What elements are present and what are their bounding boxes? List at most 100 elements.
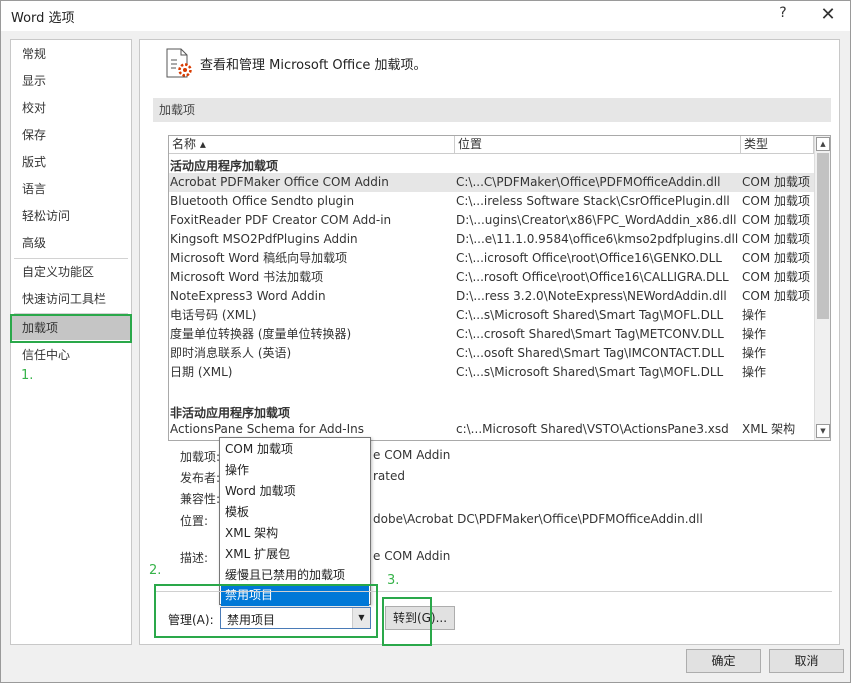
- table-row[interactable]: Acrobat PDFMaker Office COM Addin C:\...…: [169, 173, 814, 192]
- column-header-location[interactable]: 位置: [455, 136, 741, 154]
- detail-publisher-label: 发布者:: [180, 471, 221, 485]
- sidebar-item-advanced[interactable]: 高级: [12, 231, 130, 255]
- cell-location: D:\...ress 3.2.0\NoteExpress\NEWordAddin…: [456, 289, 727, 303]
- sidebar-item-display[interactable]: 显示: [12, 69, 130, 93]
- column-header-name[interactable]: 名称 ▴: [169, 136, 455, 154]
- cell-name: 电话号码 (XML): [170, 308, 257, 322]
- cell-name: 即时消息联系人 (英语): [170, 346, 292, 360]
- cell-name: Microsoft Word 书法加载项: [170, 270, 324, 284]
- step-2-label: 2.: [149, 563, 162, 578]
- cell-name: FoxitReader PDF Creator COM Add-in: [170, 213, 392, 227]
- cell-name: Kingsoft MSO2PdfPlugins Addin: [170, 232, 358, 246]
- cell-location: D:\...ugins\Creator\x86\FPC_WordAddin_x8…: [456, 213, 737, 227]
- cell-type: COM 加载项: [742, 194, 810, 208]
- table-row[interactable]: 度量单位转换器 (度量单位转换器) C:\...crosoft Shared\S…: [169, 325, 814, 344]
- cell-location: D:\...e\11.1.0.9584\office6\kmso2pdfplug…: [456, 232, 739, 246]
- sidebar-item-layout[interactable]: 版式: [12, 150, 130, 174]
- dropdown-option[interactable]: 模板: [221, 502, 369, 523]
- cell-location: C:\...icrosoft Office\root\Office16\GENK…: [456, 251, 722, 265]
- cell-type: XML 架构: [742, 422, 796, 436]
- cell-name: NoteExpress3 Word Addin: [170, 289, 326, 303]
- table-row[interactable]: NoteExpress3 Word Addin D:\...ress 3.2.0…: [169, 287, 814, 306]
- cell-type: 操作: [742, 346, 767, 360]
- manage-dropdown-list[interactable]: COM 加载项 操作 Word 加载项 模板 XML 架构 XML 扩展包 缓慢…: [219, 437, 371, 606]
- sidebar-item-accessibility[interactable]: 轻松访问: [12, 204, 130, 228]
- detail-description-value: e COM Addin: [373, 549, 451, 563]
- cell-location: C:\...rosoft Office\root\Office16\CALLIG…: [456, 270, 729, 284]
- table-row[interactable]: FoxitReader PDF Creator COM Add-in D:\..…: [169, 211, 814, 230]
- scroll-up-arrow-icon[interactable]: ▲: [816, 137, 830, 151]
- dropdown-option[interactable]: 缓慢且已禁用的加载项: [221, 565, 369, 586]
- cell-type: COM 加载项: [742, 175, 810, 189]
- detail-publisher-value: rated: [373, 469, 405, 483]
- dropdown-option[interactable]: 操作: [221, 460, 369, 481]
- ok-button[interactable]: 确定: [686, 649, 761, 673]
- cell-type: 操作: [742, 365, 767, 379]
- cell-location: c:\...Microsoft Shared\VSTO\ActionsPane3…: [456, 422, 729, 436]
- table-row[interactable]: Microsoft Word 稿纸向导加载项 C:\...icrosoft Of…: [169, 249, 814, 268]
- dialog-title: Word 选项: [11, 11, 75, 26]
- sidebar-item-language[interactable]: 语言: [12, 177, 130, 201]
- detail-addin-value: e COM Addin: [373, 448, 451, 462]
- section-header-addins: 加载项: [153, 98, 831, 122]
- sidebar-item-trust-center[interactable]: 信任中心: [12, 343, 130, 367]
- detail-compat-label: 兼容性:: [180, 492, 221, 506]
- help-button[interactable]: ?: [771, 5, 795, 27]
- title-bar: Word 选项 ? ✕: [1, 1, 850, 31]
- detail-addin-label: 加载项:: [180, 450, 221, 464]
- table-row[interactable]: 电话号码 (XML) C:\...s\Microsoft Shared\Smar…: [169, 306, 814, 325]
- cell-type: 操作: [742, 308, 767, 322]
- cell-type: COM 加载项: [742, 270, 810, 284]
- sidebar-item-customize-ribbon[interactable]: 自定义功能区: [12, 260, 130, 284]
- sidebar-item-general[interactable]: 常规: [12, 42, 130, 66]
- cell-location: C:\...ireless Software Stack\CsrOfficePl…: [456, 194, 730, 208]
- scroll-down-arrow-icon[interactable]: ▼: [816, 424, 830, 438]
- detail-description-label: 描述:: [180, 551, 209, 565]
- page-title: 查看和管理 Microsoft Office 加载项。: [200, 58, 427, 73]
- sidebar-item-quick-access-toolbar[interactable]: 快速访问工具栏: [12, 287, 130, 311]
- sidebar-item-proofing[interactable]: 校对: [12, 96, 130, 120]
- cell-type: 操作: [742, 327, 767, 341]
- dropdown-option[interactable]: XML 架构: [221, 523, 369, 544]
- table-row[interactable]: Kingsoft MSO2PdfPlugins Addin D:\...e\11…: [169, 230, 814, 249]
- cell-location: C:\...s\Microsoft Shared\Smart Tag\MOFL.…: [456, 308, 724, 322]
- sidebar-item-save[interactable]: 保存: [12, 123, 130, 147]
- cell-name: Acrobat PDFMaker Office COM Addin: [170, 175, 389, 189]
- table-row[interactable]: 日期 (XML) C:\...s\Microsoft Shared\Smart …: [169, 363, 814, 382]
- cell-name: Bluetooth Office Sendto plugin: [170, 194, 355, 208]
- highlight-box-addins: [10, 314, 132, 343]
- cell-location: C:\...osoft Shared\Smart Tag\IMCONTACT.D…: [456, 346, 724, 360]
- table-row[interactable]: Bluetooth Office Sendto plugin C:\...ire…: [169, 192, 814, 211]
- cell-name: 度量单位转换器 (度量单位转换器): [170, 327, 352, 341]
- cell-type: COM 加载项: [742, 289, 810, 303]
- step-1-label: 1.: [21, 368, 34, 383]
- cell-location: C:\...C\PDFMaker\Office\PDFMOfficeAddin.…: [456, 175, 721, 189]
- scroll-thumb[interactable]: [817, 153, 829, 319]
- cell-type: COM 加载项: [742, 213, 810, 227]
- column-header-type[interactable]: 类型: [741, 136, 814, 154]
- dropdown-option[interactable]: XML 扩展包: [221, 544, 369, 565]
- close-button[interactable]: ✕: [813, 4, 843, 28]
- addins-list[interactable]: 名称 ▴ 位置 类型 活动应用程序加载项 Acrobat PDFMaker Of…: [168, 135, 831, 441]
- cell-type: COM 加载项: [742, 251, 810, 265]
- table-row[interactable]: 即时消息联系人 (英语) C:\...osoft Shared\Smart Ta…: [169, 344, 814, 363]
- group-header-inactive: 非活动应用程序加载项: [170, 406, 291, 420]
- detail-location-label: 位置:: [180, 514, 209, 528]
- dropdown-option[interactable]: COM 加载项: [221, 439, 369, 460]
- detail-location-value: dobe\Acrobat DC\PDFMaker\Office\PDFMOffi…: [373, 512, 703, 526]
- cell-location: C:\...s\Microsoft Shared\Smart Tag\MOFL.…: [456, 365, 724, 379]
- cell-name: Microsoft Word 稿纸向导加载项: [170, 251, 348, 265]
- dropdown-option[interactable]: Word 加载项: [221, 481, 369, 502]
- sidebar-divider: [14, 258, 128, 259]
- cell-type: COM 加载项: [742, 232, 810, 246]
- step-3-label: 3.: [387, 573, 400, 588]
- word-options-dialog: Word 选项 ? ✕ 常规 显示 校对 保存 版式 语言 轻松访问 高级 自定…: [0, 0, 851, 683]
- list-scrollbar[interactable]: ▲ ▼: [814, 136, 830, 440]
- group-header-active: 活动应用程序加载项: [170, 159, 279, 173]
- cancel-button[interactable]: 取消: [769, 649, 844, 673]
- table-row[interactable]: Microsoft Word 书法加载项 C:\...rosoft Office…: [169, 268, 814, 287]
- cell-location: C:\...crosoft Shared\Smart Tag\METCONV.D…: [456, 327, 724, 341]
- addins-gear-icon: [164, 48, 194, 80]
- cell-name: 日期 (XML): [170, 365, 233, 379]
- highlight-box-go: [382, 597, 432, 646]
